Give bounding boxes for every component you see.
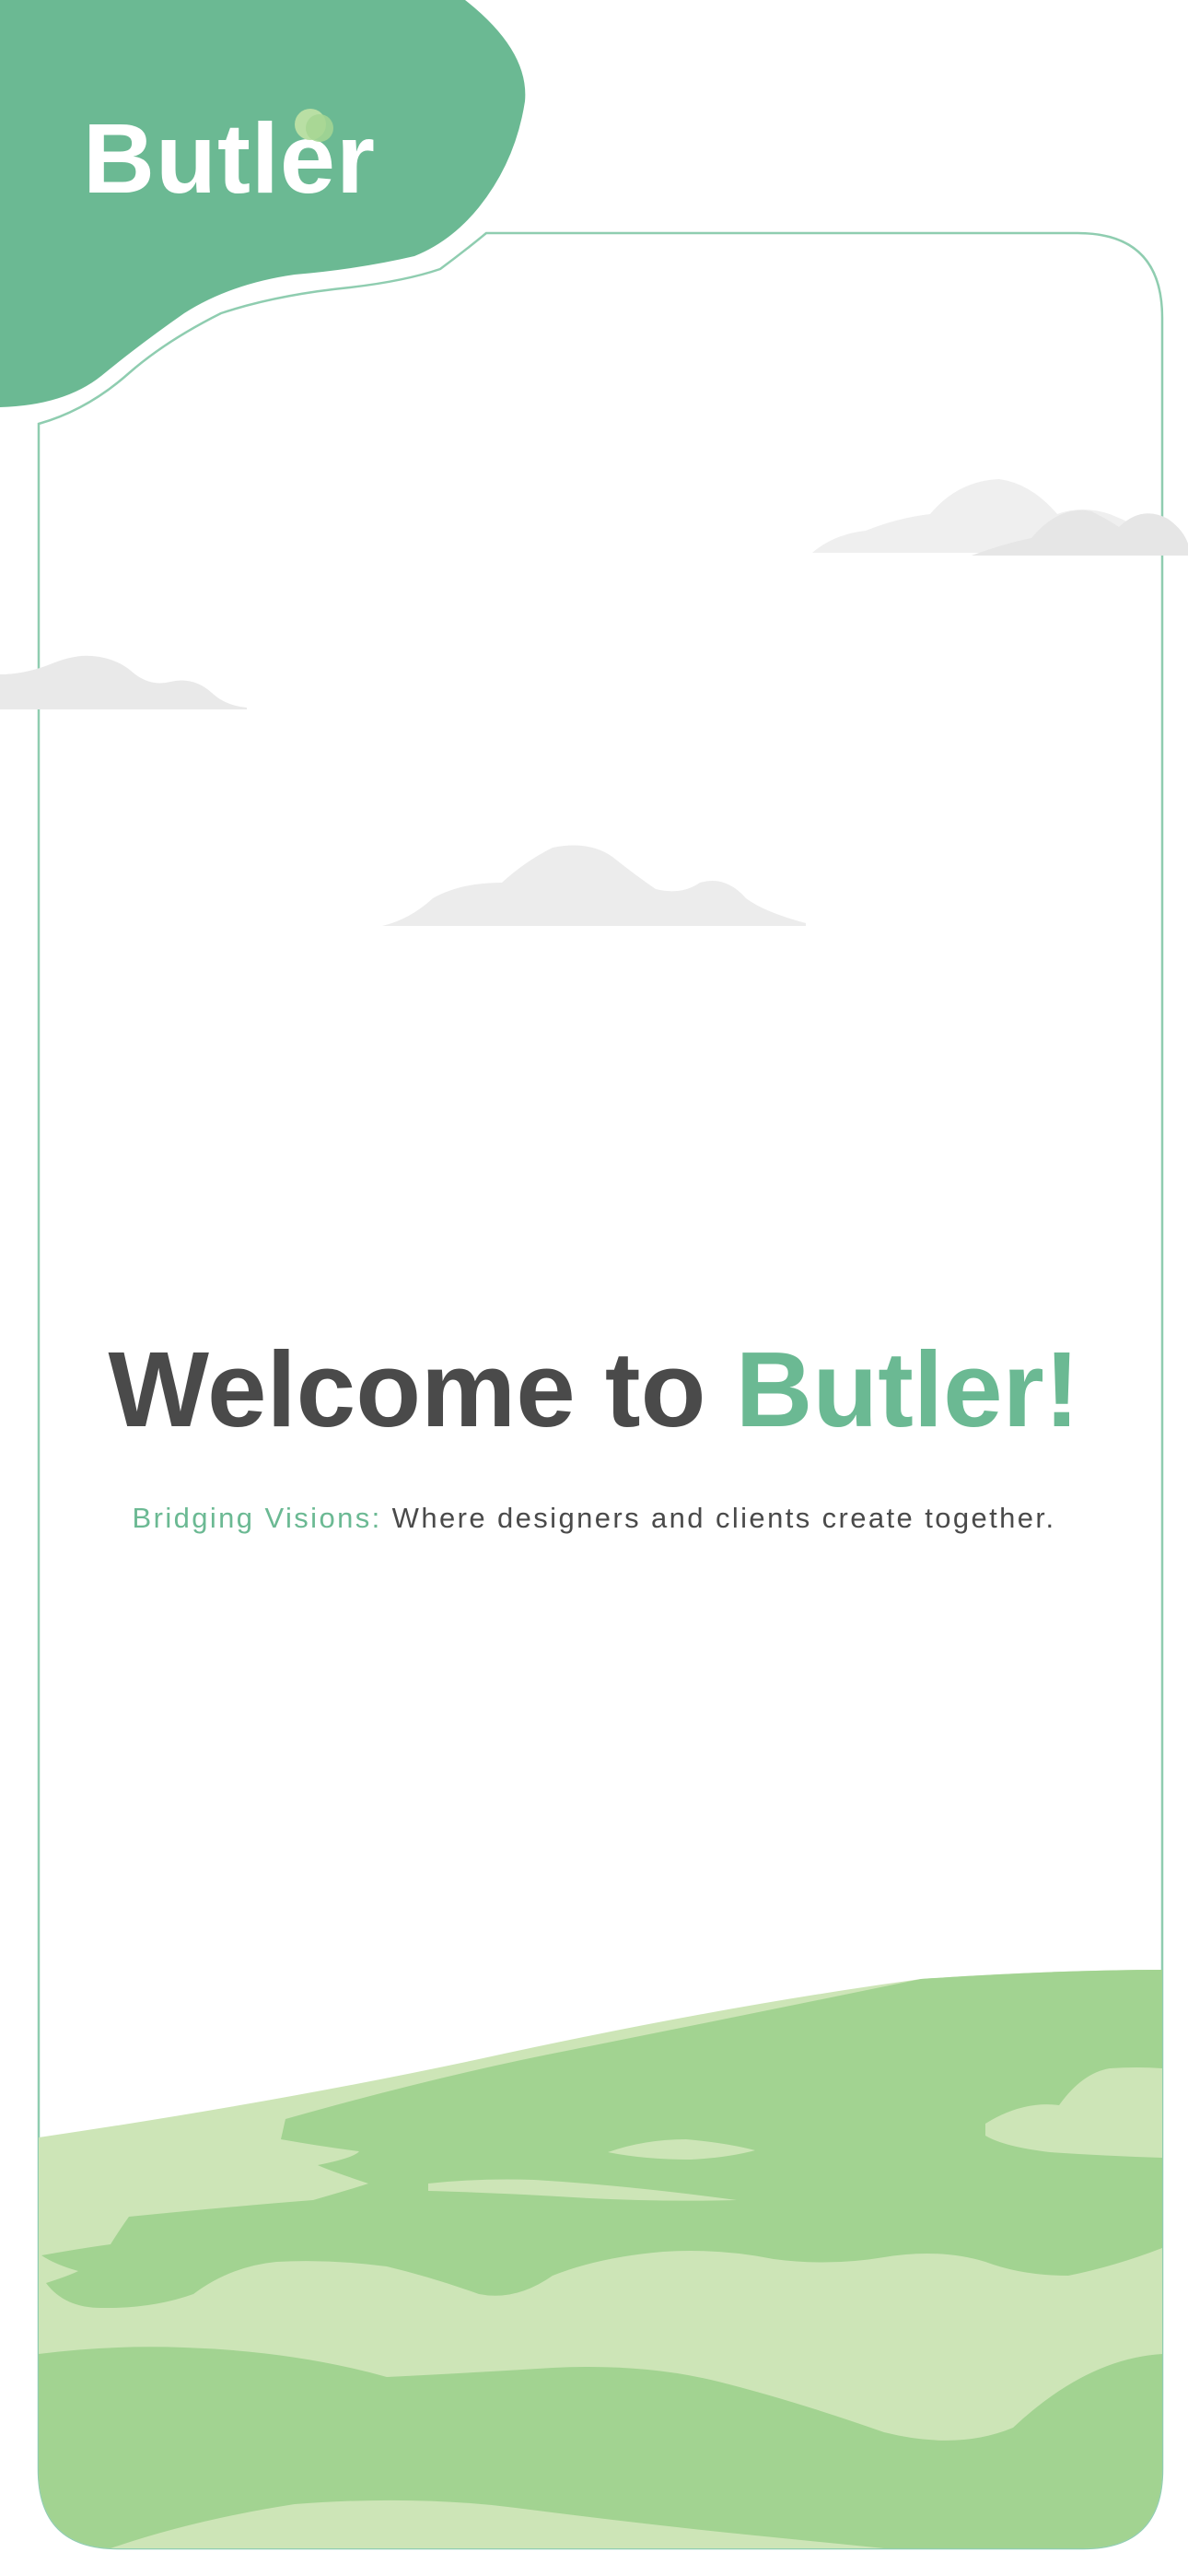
cloud-center — [382, 845, 806, 926]
tagline-text: Where designers and clients create toget… — [381, 1502, 1056, 1534]
cloud-top-right — [812, 479, 1188, 556]
logo-dot-accent-icon — [306, 114, 333, 142]
cloud-left — [0, 655, 247, 709]
welcome-heading: Welcome to Butler! — [0, 1329, 1188, 1449]
welcome-highlight: Butler! — [735, 1329, 1080, 1449]
tagline-highlight: Bridging Visions: — [132, 1502, 382, 1534]
tagline: Bridging Visions: Where designers and cl… — [0, 1502, 1188, 1535]
welcome-prefix: Welcome to — [108, 1329, 736, 1449]
meadow-illustration — [39, 1970, 1162, 2548]
background-illustration — [0, 0, 1188, 2550]
